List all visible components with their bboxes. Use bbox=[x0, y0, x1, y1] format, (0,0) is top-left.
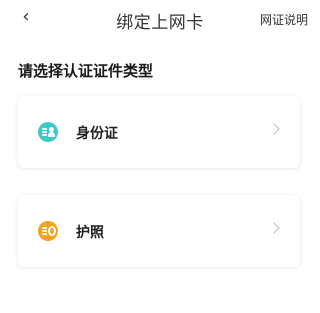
chevron-right-icon bbox=[268, 123, 280, 135]
option-id-card[interactable]: 身份证 bbox=[18, 96, 300, 168]
top-bar: ‹ 绑定上网卡 网证说明 bbox=[0, 0, 320, 36]
option-label: 护照 bbox=[76, 225, 104, 241]
section-title: 请选择认证证件类型 bbox=[18, 62, 154, 80]
help-link[interactable]: 网证说明 bbox=[260, 11, 308, 28]
option-passport[interactable]: 护照 bbox=[18, 195, 300, 267]
passport-icon bbox=[38, 221, 58, 241]
id-card-icon bbox=[38, 122, 58, 142]
option-label: 身份证 bbox=[76, 126, 118, 142]
chevron-right-icon bbox=[268, 222, 280, 234]
